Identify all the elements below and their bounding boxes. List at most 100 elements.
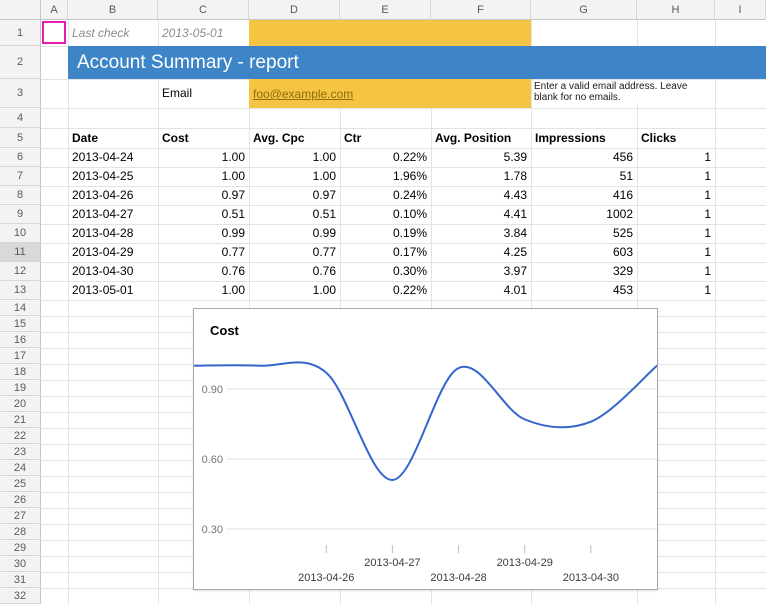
- cell-E13[interactable]: 0.22%: [340, 281, 431, 300]
- row-header-13[interactable]: 13: [0, 281, 41, 300]
- row-header-7[interactable]: 7: [0, 167, 41, 186]
- cell-F8[interactable]: 4.43: [431, 186, 531, 205]
- row-header-21[interactable]: 21: [0, 412, 41, 428]
- email-input-cell[interactable]: foo@example.com: [249, 79, 531, 108]
- cell-B13[interactable]: 2013-05-01: [68, 281, 158, 300]
- column-header-C[interactable]: C: [158, 0, 249, 20]
- cell-E7[interactable]: 1.96%: [340, 167, 431, 186]
- cell-E10[interactable]: 0.19%: [340, 224, 431, 243]
- row-header-19[interactable]: 19: [0, 380, 41, 396]
- cell-G11[interactable]: 603: [531, 243, 637, 262]
- cell-B6[interactable]: 2013-04-24: [68, 148, 158, 167]
- cell-H12[interactable]: 1: [637, 262, 715, 281]
- table-header-clicks[interactable]: Clicks: [637, 128, 715, 148]
- cell-H10[interactable]: 1: [637, 224, 715, 243]
- row-header-18[interactable]: 18: [0, 364, 41, 380]
- report-title-banner[interactable]: Account Summary - report: [68, 46, 766, 79]
- highlighted-cell-range-d1-f1[interactable]: [249, 20, 531, 46]
- cell-E9[interactable]: 0.10%: [340, 205, 431, 224]
- cell-B7[interactable]: 2013-04-25: [68, 167, 158, 186]
- cell-E6[interactable]: 0.22%: [340, 148, 431, 167]
- sheet-corner-button[interactable]: [0, 0, 41, 20]
- cell-C11[interactable]: 0.77: [158, 243, 249, 262]
- row-header-28[interactable]: 28: [0, 524, 41, 540]
- row-header-31[interactable]: 31: [0, 572, 41, 588]
- cell-F6[interactable]: 5.39: [431, 148, 531, 167]
- row-header-30[interactable]: 30: [0, 556, 41, 572]
- row-header-23[interactable]: 23: [0, 444, 41, 460]
- cell-H13[interactable]: 1: [637, 281, 715, 300]
- cell-D13[interactable]: 1.00: [249, 281, 340, 300]
- last-check-value-cell[interactable]: 2013-05-01: [158, 20, 249, 46]
- table-header-date[interactable]: Date: [68, 128, 158, 148]
- cell-H7[interactable]: 1: [637, 167, 715, 186]
- row-header-27[interactable]: 27: [0, 508, 41, 524]
- cell-G12[interactable]: 329: [531, 262, 637, 281]
- cell-D7[interactable]: 1.00: [249, 167, 340, 186]
- column-header-D[interactable]: D: [249, 0, 340, 20]
- cell-G7[interactable]: 51: [531, 167, 637, 186]
- cell-D12[interactable]: 0.76: [249, 262, 340, 281]
- row-header-11[interactable]: 11: [0, 243, 41, 262]
- column-header-G[interactable]: G: [531, 0, 637, 20]
- cell-B11[interactable]: 2013-04-29: [68, 243, 158, 262]
- cell-B8[interactable]: 2013-04-26: [68, 186, 158, 205]
- cell-D6[interactable]: 1.00: [249, 148, 340, 167]
- column-header-E[interactable]: E: [340, 0, 431, 20]
- row-header-8[interactable]: 8: [0, 186, 41, 205]
- cell-H9[interactable]: 1: [637, 205, 715, 224]
- cell-F11[interactable]: 4.25: [431, 243, 531, 262]
- table-header-ctr[interactable]: Ctr: [340, 128, 431, 148]
- table-header-avg-position[interactable]: Avg. Position: [431, 128, 531, 148]
- cell-B12[interactable]: 2013-04-30: [68, 262, 158, 281]
- cell-G10[interactable]: 525: [531, 224, 637, 243]
- cell-F10[interactable]: 3.84: [431, 224, 531, 243]
- row-header-20[interactable]: 20: [0, 396, 41, 412]
- row-header-5[interactable]: 5: [0, 128, 41, 148]
- row-header-26[interactable]: 26: [0, 492, 41, 508]
- column-header-F[interactable]: F: [431, 0, 531, 20]
- row-header-25[interactable]: 25: [0, 476, 41, 492]
- cell-D8[interactable]: 0.97: [249, 186, 340, 205]
- email-link[interactable]: foo@example.com: [249, 87, 353, 101]
- cell-F7[interactable]: 1.78: [431, 167, 531, 186]
- cell-C8[interactable]: 0.97: [158, 186, 249, 205]
- row-header-17[interactable]: 17: [0, 348, 41, 364]
- cell-G6[interactable]: 456: [531, 148, 637, 167]
- row-header-1[interactable]: 1: [0, 20, 41, 46]
- row-header-6[interactable]: 6: [0, 148, 41, 167]
- cell-B10[interactable]: 2013-04-28: [68, 224, 158, 243]
- column-header-H[interactable]: H: [637, 0, 715, 20]
- cell-E11[interactable]: 0.17%: [340, 243, 431, 262]
- row-header-24[interactable]: 24: [0, 460, 41, 476]
- row-header-9[interactable]: 9: [0, 205, 41, 224]
- row-header-22[interactable]: 22: [0, 428, 41, 444]
- cell-D10[interactable]: 0.99: [249, 224, 340, 243]
- row-header-16[interactable]: 16: [0, 332, 41, 348]
- row-header-2[interactable]: 2: [0, 46, 41, 79]
- table-header-impressions[interactable]: Impressions: [531, 128, 637, 148]
- embedded-cost-chart[interactable]: 0.900.600.302013-04-262013-04-272013-04-…: [193, 308, 658, 590]
- row-header-14[interactable]: 14: [0, 300, 41, 316]
- column-header-B[interactable]: B: [68, 0, 158, 20]
- cell-H6[interactable]: 1: [637, 148, 715, 167]
- cell-F9[interactable]: 4.41: [431, 205, 531, 224]
- cell-C9[interactable]: 0.51: [158, 205, 249, 224]
- table-header-cost[interactable]: Cost: [158, 128, 249, 148]
- cell-F12[interactable]: 3.97: [431, 262, 531, 281]
- cell-F13[interactable]: 4.01: [431, 281, 531, 300]
- row-header-10[interactable]: 10: [0, 224, 41, 243]
- row-header-29[interactable]: 29: [0, 540, 41, 556]
- cell-C6[interactable]: 1.00: [158, 148, 249, 167]
- cell-C12[interactable]: 0.76: [158, 262, 249, 281]
- row-header-15[interactable]: 15: [0, 316, 41, 332]
- row-header-32[interactable]: 32: [0, 588, 41, 604]
- cell-H8[interactable]: 1: [637, 186, 715, 205]
- cell-E8[interactable]: 0.24%: [340, 186, 431, 205]
- column-header-A[interactable]: A: [41, 0, 68, 20]
- row-header-4[interactable]: 4: [0, 108, 41, 128]
- email-label-cell[interactable]: Email: [158, 79, 249, 108]
- cell-C13[interactable]: 1.00: [158, 281, 249, 300]
- cell-C10[interactable]: 0.99: [158, 224, 249, 243]
- cell-H11[interactable]: 1: [637, 243, 715, 262]
